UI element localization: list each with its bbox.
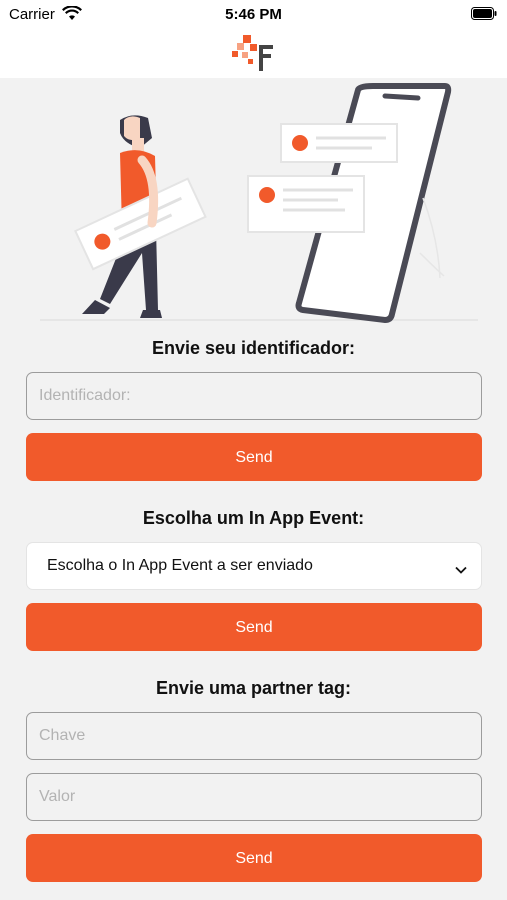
send-partner-tag-button[interactable]: Send: [26, 834, 482, 882]
in-app-event-select[interactable]: Escolha o In App Event a ser enviado: [26, 542, 482, 590]
battery-icon: [471, 7, 497, 20]
brand-logo-icon: [231, 33, 279, 80]
partner-tag-section-title: Envie uma partner tag:: [155, 678, 352, 698]
send-identifier-button[interactable]: Send: [26, 433, 482, 481]
hero-illustration: [40, 78, 480, 328]
identifier-input[interactable]: [26, 372, 482, 420]
event-section-title: Escolha um In App Event:: [142, 508, 365, 528]
chevron-down-icon: [455, 561, 467, 579]
clock: 5:46 PM: [225, 6, 282, 23]
status-bar: Carrier 5:46 PM: [0, 0, 507, 30]
partner-tag-value-input[interactable]: [26, 773, 482, 821]
app-header: [0, 30, 507, 78]
identifier-section-title: Envie seu identificador:: [151, 338, 356, 358]
send-event-button[interactable]: Send: [26, 603, 482, 651]
partner-tag-key-input[interactable]: [26, 712, 482, 760]
in-app-event-select-value: Escolha o In App Event a ser enviado: [47, 557, 313, 574]
